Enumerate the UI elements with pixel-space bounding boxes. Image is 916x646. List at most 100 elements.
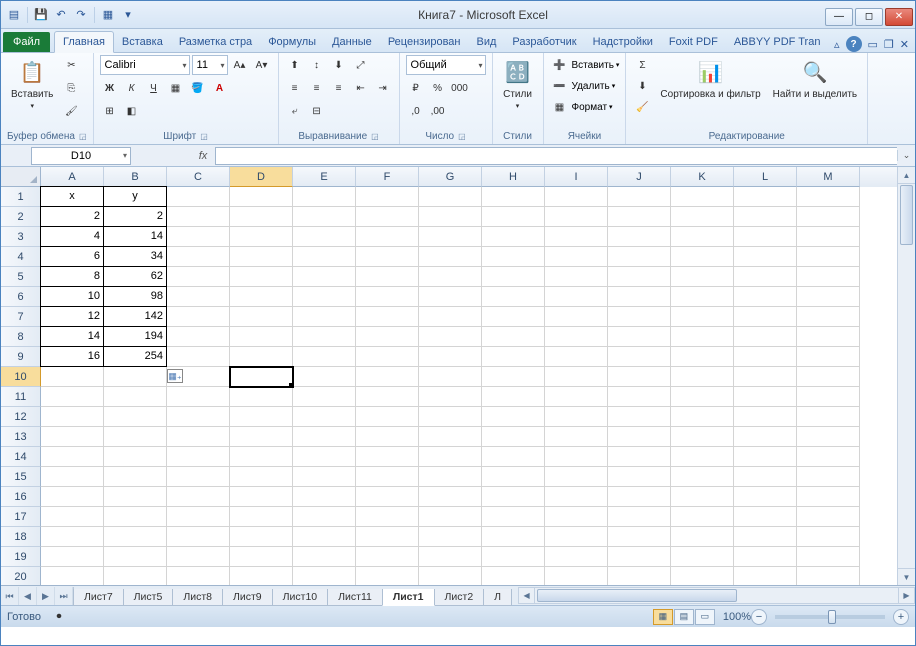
cell[interactable] xyxy=(545,267,608,287)
cell[interactable] xyxy=(293,207,356,227)
cell[interactable] xyxy=(482,307,545,327)
sheet-tab[interactable]: Лист8 xyxy=(172,589,223,606)
sheet-tab[interactable]: Лист9 xyxy=(222,589,273,606)
cell-area[interactable]: xy224146348621098121421419416254▦₊ xyxy=(41,187,897,585)
cell[interactable] xyxy=(167,407,230,427)
find-select-button[interactable]: 🔍 Найти и выделить xyxy=(769,55,861,102)
cell[interactable]: 254 xyxy=(103,346,167,367)
decrease-decimal-icon[interactable]: ,00 xyxy=(428,101,448,121)
cell[interactable] xyxy=(482,487,545,507)
cell[interactable]: 14 xyxy=(103,226,167,247)
page-break-view-icon[interactable]: ▭ xyxy=(695,609,715,625)
delete-button[interactable]: ➖Удалить▾ xyxy=(550,76,620,96)
cell[interactable] xyxy=(41,487,104,507)
sheet-next-icon[interactable]: ▶ xyxy=(37,587,55,605)
cell[interactable] xyxy=(482,247,545,267)
cell[interactable] xyxy=(671,247,734,267)
cell[interactable] xyxy=(671,307,734,327)
sheet-tab[interactable]: Лист11 xyxy=(327,589,383,606)
cell[interactable] xyxy=(419,367,482,387)
cell[interactable] xyxy=(356,367,419,387)
ribbon-tab[interactable]: Foxit PDF xyxy=(661,32,726,52)
cell[interactable] xyxy=(608,507,671,527)
cell[interactable] xyxy=(230,407,293,427)
cell[interactable]: 12 xyxy=(40,306,104,327)
cell[interactable] xyxy=(482,467,545,487)
cell[interactable] xyxy=(608,207,671,227)
cell[interactable] xyxy=(482,347,545,367)
scroll-thumb[interactable] xyxy=(900,185,913,245)
row-header[interactable]: 8 xyxy=(1,327,41,347)
cell[interactable] xyxy=(797,407,860,427)
cell[interactable] xyxy=(419,387,482,407)
cell[interactable] xyxy=(419,227,482,247)
page-layout-view-icon[interactable]: ▤ xyxy=(674,609,694,625)
cell[interactable] xyxy=(671,227,734,247)
cell[interactable] xyxy=(608,467,671,487)
cell[interactable] xyxy=(356,347,419,367)
font-size-combo[interactable]: 11 xyxy=(192,55,228,75)
cell[interactable] xyxy=(734,287,797,307)
cell[interactable] xyxy=(104,507,167,527)
cell[interactable] xyxy=(671,267,734,287)
cell[interactable] xyxy=(419,267,482,287)
cell[interactable] xyxy=(419,187,482,207)
cell[interactable] xyxy=(482,227,545,247)
cell[interactable] xyxy=(797,427,860,447)
cell[interactable] xyxy=(419,447,482,467)
column-header[interactable]: M xyxy=(797,167,860,187)
ribbon-min-icon[interactable]: ▵ xyxy=(834,38,840,51)
decrease-font-icon[interactable]: A▾ xyxy=(252,55,272,75)
cell[interactable] xyxy=(608,427,671,447)
cell[interactable] xyxy=(608,567,671,585)
ribbon-tab[interactable]: Вид xyxy=(469,32,505,52)
align-right-icon[interactable]: ≡ xyxy=(329,78,349,98)
column-header[interactable]: L xyxy=(734,167,797,187)
cell[interactable] xyxy=(734,387,797,407)
cell[interactable]: 8 xyxy=(40,266,104,287)
cell[interactable] xyxy=(734,507,797,527)
cell[interactable] xyxy=(356,227,419,247)
row-header[interactable]: 17 xyxy=(1,507,41,527)
format-painter-icon[interactable]: 🖌 xyxy=(61,101,81,121)
cell[interactable] xyxy=(356,187,419,207)
zoom-in-button[interactable]: + xyxy=(893,609,909,625)
column-header[interactable]: I xyxy=(545,167,608,187)
row-header[interactable]: 2 xyxy=(1,207,41,227)
borders-icon[interactable]: ⊞ xyxy=(100,101,120,121)
cell[interactable] xyxy=(293,547,356,567)
align-center-icon[interactable]: ≡ xyxy=(307,78,327,98)
cell[interactable] xyxy=(41,507,104,527)
cell[interactable] xyxy=(545,567,608,585)
cell[interactable] xyxy=(797,467,860,487)
zoom-out-button[interactable]: − xyxy=(751,609,767,625)
column-header[interactable]: A xyxy=(41,167,104,187)
ribbon-tab[interactable]: ABBYY PDF Tran xyxy=(726,32,829,52)
cell[interactable] xyxy=(293,267,356,287)
cell[interactable] xyxy=(356,547,419,567)
cell[interactable] xyxy=(104,567,167,585)
column-header[interactable]: D xyxy=(230,167,293,187)
cell[interactable] xyxy=(797,387,860,407)
column-header[interactable]: E xyxy=(293,167,356,187)
cell[interactable] xyxy=(167,467,230,487)
qat-custom-icon[interactable]: ▦ xyxy=(99,6,117,24)
cell[interactable] xyxy=(230,567,293,585)
normal-view-icon[interactable]: ▦ xyxy=(653,609,673,625)
cell[interactable] xyxy=(797,327,860,347)
cell[interactable] xyxy=(608,447,671,467)
column-header[interactable]: H xyxy=(482,167,545,187)
scroll-up-icon[interactable]: ▲ xyxy=(898,167,915,184)
cell[interactable] xyxy=(230,487,293,507)
zoom-handle[interactable] xyxy=(828,610,836,624)
cell[interactable] xyxy=(482,547,545,567)
fill-dropdown-icon[interactable]: ◧ xyxy=(122,101,142,121)
cell[interactable] xyxy=(356,207,419,227)
wrap-text-icon[interactable]: ⤶ xyxy=(285,101,305,121)
font-name-combo[interactable]: Calibri xyxy=(100,55,190,75)
cell[interactable] xyxy=(293,347,356,367)
copy-icon[interactable]: ⎘ xyxy=(61,78,81,98)
cell[interactable] xyxy=(167,247,230,267)
minimize-button[interactable]: — xyxy=(825,8,853,26)
cell[interactable] xyxy=(419,307,482,327)
